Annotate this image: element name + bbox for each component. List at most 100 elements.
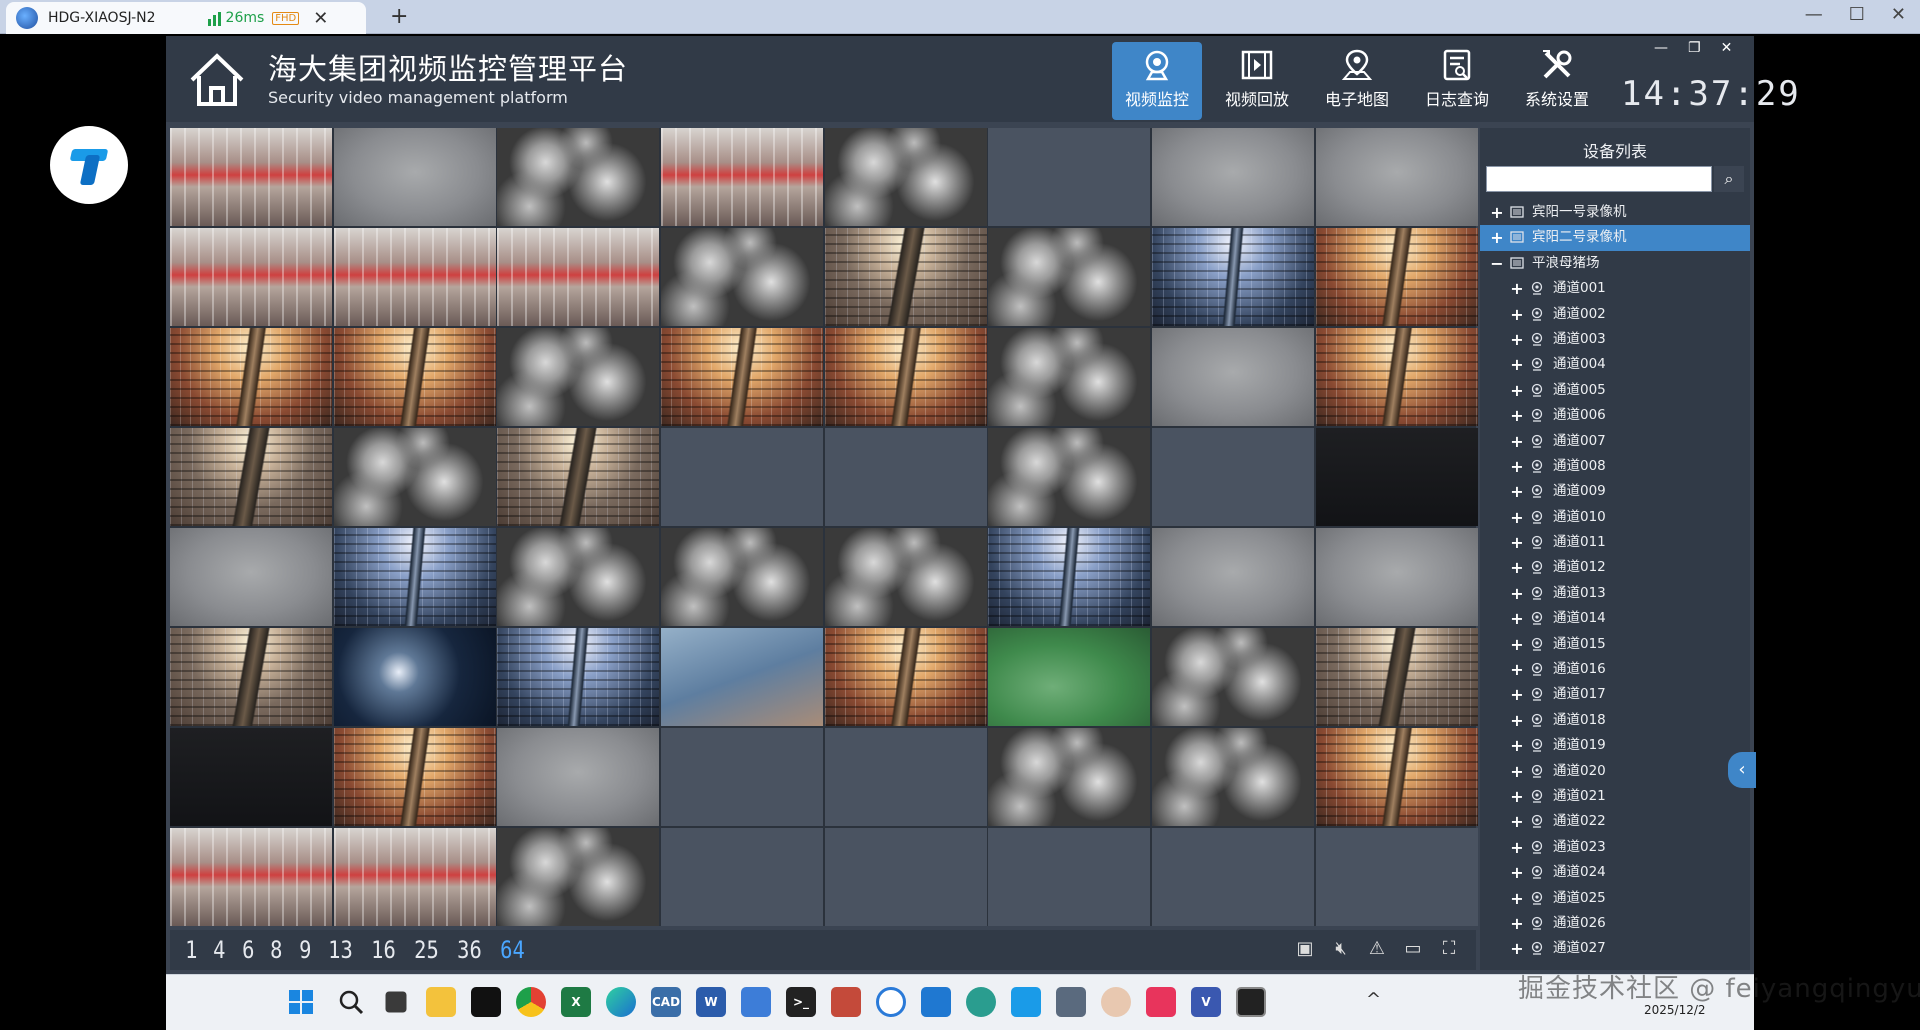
tray-chevron-icon[interactable]: ^: [1366, 989, 1381, 1010]
video-cell[interactable]: [497, 228, 660, 326]
video-cell[interactable]: [988, 728, 1151, 826]
video-cell[interactable]: [824, 328, 987, 426]
layout-option[interactable]: 1: [185, 936, 197, 964]
video-cell[interactable]: [497, 628, 660, 726]
video-cell[interactable]: [1315, 328, 1478, 426]
tree-channel[interactable]: + 通道008: [1480, 454, 1750, 479]
video-cell[interactable]: [988, 428, 1151, 526]
video-cell[interactable]: [170, 728, 332, 826]
chat-icon[interactable]: [876, 987, 906, 1017]
expand-icon[interactable]: +: [1510, 936, 1524, 961]
expand-icon[interactable]: +: [1510, 606, 1524, 631]
device-search-input[interactable]: [1486, 166, 1712, 192]
video-cell[interactable]: [497, 728, 660, 826]
expand-icon[interactable]: +: [1510, 682, 1524, 707]
video-cell[interactable]: [824, 828, 987, 926]
video-cell[interactable]: [1152, 128, 1315, 226]
tree-channel[interactable]: + 通道005: [1480, 378, 1750, 403]
layout-option[interactable]: 64: [500, 936, 525, 964]
start-icon[interactable]: [286, 987, 316, 1017]
expand-icon[interactable]: +: [1510, 276, 1524, 301]
tree-channel[interactable]: + 通道026: [1480, 911, 1750, 936]
expand-icon[interactable]: +: [1510, 352, 1524, 377]
video-cell[interactable]: [988, 228, 1151, 326]
session-tab[interactable]: HDG-XIAOSJ-N2 26ms FHD ✕: [6, 2, 366, 34]
maximize-icon[interactable]: ☐: [1849, 4, 1865, 25]
tree-channel[interactable]: + 通道018: [1480, 708, 1750, 733]
expand-icon[interactable]: +: [1510, 555, 1524, 580]
tree-channel[interactable]: + 通道010: [1480, 505, 1750, 530]
video-cell[interactable]: [497, 528, 660, 626]
expand-icon[interactable]: +: [1510, 835, 1524, 860]
layout-option[interactable]: 36: [457, 936, 482, 964]
floating-app-launcher[interactable]: [50, 126, 128, 204]
video-cell[interactable]: [1315, 828, 1478, 926]
expand-icon[interactable]: +: [1510, 886, 1524, 911]
video-cell[interactable]: [497, 128, 660, 226]
video-cell[interactable]: [1315, 428, 1478, 526]
console-icon[interactable]: >_: [786, 987, 816, 1017]
tree-recorder[interactable]: + 宾阳一号录像机: [1480, 200, 1750, 225]
video-cell[interactable]: [988, 128, 1151, 226]
camera-app-icon[interactable]: [1236, 987, 1266, 1017]
video-cell[interactable]: [1152, 528, 1315, 626]
video-cell[interactable]: [170, 128, 332, 226]
tree-channel[interactable]: + 通道012: [1480, 555, 1750, 580]
tree-channel[interactable]: + 通道017: [1480, 682, 1750, 707]
video-cell[interactable]: [824, 228, 987, 326]
vs-icon[interactable]: V: [1191, 987, 1221, 1017]
expand-icon[interactable]: +: [1510, 479, 1524, 504]
video-cell[interactable]: [170, 328, 332, 426]
video-cell[interactable]: [661, 428, 824, 526]
tree-channel[interactable]: + 通道014: [1480, 606, 1750, 631]
video-cell[interactable]: [988, 628, 1151, 726]
expand-icon[interactable]: +: [1510, 809, 1524, 834]
tree-channel[interactable]: + 通道007: [1480, 429, 1750, 454]
tree-channel[interactable]: + 通道021: [1480, 784, 1750, 809]
collapse-panel-button[interactable]: ‹: [1728, 752, 1756, 788]
word-icon[interactable]: W: [696, 987, 726, 1017]
browser-icon[interactable]: [966, 987, 996, 1017]
search-taskbar-icon[interactable]: [336, 987, 366, 1017]
app-minimize-icon[interactable]: —: [1654, 40, 1668, 56]
video-cell[interactable]: [824, 628, 987, 726]
file-explorer-icon[interactable]: [426, 987, 456, 1017]
video-cell[interactable]: [661, 228, 824, 326]
expand-icon[interactable]: +: [1510, 302, 1524, 327]
expand-icon[interactable]: +: [1510, 581, 1524, 606]
video-cell[interactable]: [1315, 528, 1478, 626]
expand-icon[interactable]: +: [1510, 530, 1524, 555]
layout-option[interactable]: 16: [371, 936, 396, 964]
layout-option[interactable]: 13: [328, 936, 353, 964]
video-cell[interactable]: [824, 428, 987, 526]
video-cell[interactable]: [333, 228, 496, 326]
close-tab-icon[interactable]: ✕: [313, 8, 328, 29]
app-close-icon[interactable]: ✕: [1721, 40, 1733, 56]
video-cell[interactable]: [661, 328, 824, 426]
expand-icon[interactable]: +: [1510, 657, 1524, 682]
video-cell[interactable]: [1315, 128, 1478, 226]
video-cell[interactable]: [170, 628, 332, 726]
video-cell[interactable]: [988, 828, 1151, 926]
expand-icon[interactable]: +: [1510, 860, 1524, 885]
video-cell[interactable]: [333, 728, 496, 826]
video-cell[interactable]: [824, 728, 987, 826]
video-cell[interactable]: [1152, 728, 1315, 826]
video-cell[interactable]: [497, 828, 660, 926]
avatar-app-icon[interactable]: [1101, 987, 1131, 1017]
new-tab-button[interactable]: +: [390, 4, 408, 29]
tree-recorder[interactable]: + 宾阳二号录像机: [1480, 225, 1750, 251]
media-icon[interactable]: [831, 987, 861, 1017]
video-cell[interactable]: [1315, 628, 1478, 726]
close-window-icon[interactable]: ✕: [1891, 4, 1906, 25]
expand-icon[interactable]: −: [1490, 251, 1504, 276]
layout-option[interactable]: 25: [414, 936, 439, 964]
layout-option[interactable]: 8: [270, 936, 282, 964]
tree-channel[interactable]: + 通道025: [1480, 886, 1750, 911]
video-cell[interactable]: [1152, 228, 1315, 326]
tree-channel[interactable]: + 通道009: [1480, 479, 1750, 504]
expand-icon[interactable]: +: [1510, 403, 1524, 428]
video-cell[interactable]: [333, 628, 496, 726]
tree-channel[interactable]: + 通道015: [1480, 632, 1750, 657]
video-cell[interactable]: [170, 828, 332, 926]
